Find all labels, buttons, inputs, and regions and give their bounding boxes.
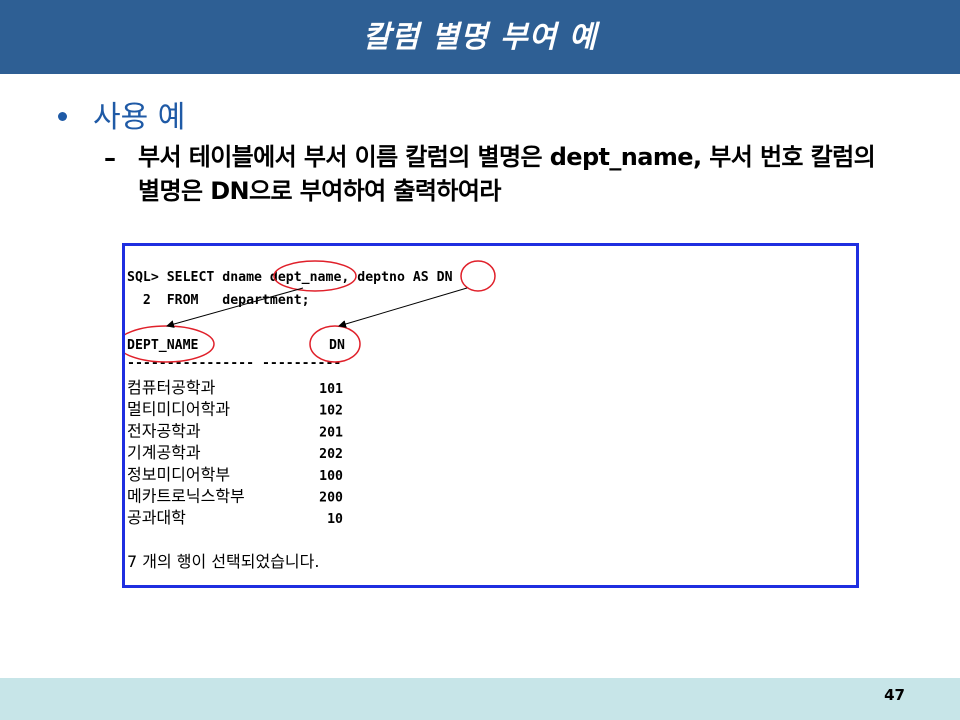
row-dn: 201 <box>319 425 343 440</box>
footer-band: 47 <box>0 678 960 720</box>
dash-marker: – <box>104 144 116 172</box>
row-dn: 200 <box>319 491 343 506</box>
row-dn: 101 <box>319 382 343 397</box>
query-prompt: SQL> SELECT dname <box>127 270 270 285</box>
row-dept-name: 공과대학 <box>127 508 186 527</box>
sql-console-screenshot: SQL> SELECT dname dept_name, deptno AS D… <box>122 243 859 588</box>
bullet-item: 사용 예 <box>58 92 185 136</box>
row-dept-name: 멀티미디어학과 <box>127 400 230 419</box>
row-dept-name: 기계공학과 <box>127 443 201 462</box>
alias-dn: DN <box>437 270 453 285</box>
query-line-1: SQL> SELECT dname dept_name, deptno AS D… <box>127 270 453 285</box>
sub-bullet-text: 부서 테이블에서 부서 이름 칼럼의 별명은 dept_name, 부서 번호 … <box>138 143 876 205</box>
column-header-dn: DN <box>329 338 345 353</box>
slide-title: 칼럼 별명 부여 예 <box>362 20 598 55</box>
bullet-text: 사용 예 <box>93 100 186 135</box>
page-number: 47 <box>884 686 905 704</box>
row-dn: 102 <box>319 404 343 419</box>
row-dn: 10 <box>327 512 343 527</box>
row-dn: 202 <box>319 447 343 462</box>
header-separator: ---------------- ---------- <box>127 356 341 371</box>
row-dept-name: 메카트로닉스학부 <box>127 487 245 506</box>
sub-bullet: – 부서 테이블에서 부서 이름 칼럼의 별명은 dept_name, 부서 번… <box>104 140 924 208</box>
row-dept-name: 정보미디어학부 <box>127 465 230 484</box>
result-rows: 컴퓨터공학과 101 멀티미디어학과 102 전자공학과 201 기계공학과 202 정보미디어… <box>127 378 343 527</box>
column-header-dept-name: DEPT_NAME <box>127 338 199 353</box>
alias-dept-name: dept_name <box>270 270 342 285</box>
row-dept-name: 전자공학과 <box>127 421 201 440</box>
title-bar: 칼럼 별명 부여 예 <box>0 0 960 74</box>
rows-selected-message: 7 개의 행이 선택되었습니다. <box>127 552 319 571</box>
row-dept-name: 컴퓨터공학과 <box>127 378 216 397</box>
circle-dn-alias <box>460 260 496 292</box>
row-dn: 100 <box>319 469 343 484</box>
sql-console-canvas: SQL> SELECT dname dept_name, deptno AS D… <box>125 260 496 571</box>
arrow-to-dn-header <box>338 287 468 328</box>
query-line-2: 2 FROM department; <box>127 293 310 308</box>
bullet-dot-icon <box>58 111 67 121</box>
